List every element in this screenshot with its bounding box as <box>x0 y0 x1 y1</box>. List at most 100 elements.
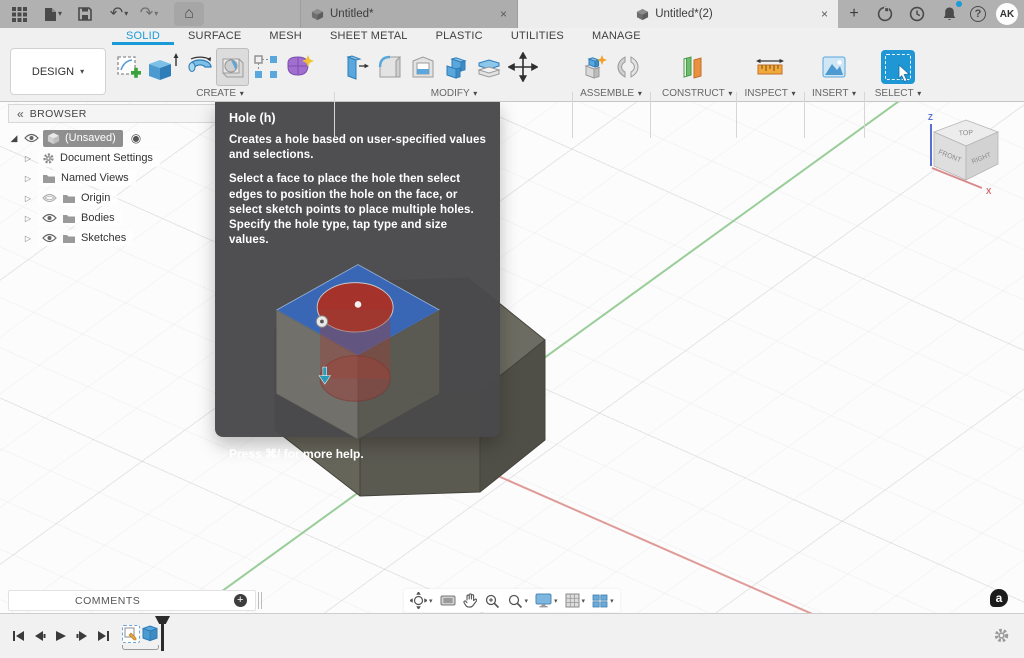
design-workspace-button[interactable]: DESIGN ▾ <box>10 48 106 95</box>
comments-bar[interactable]: COMMENTS + <box>8 590 256 611</box>
construct-plane-button[interactable] <box>676 48 709 86</box>
browser-root-row[interactable]: ◢ (Unsaved) ◉ <box>8 128 220 148</box>
extrude-button[interactable] <box>145 48 183 86</box>
expander-closed-icon[interactable]: ▷ <box>22 154 34 163</box>
tab-close-icon[interactable]: × <box>821 7 828 21</box>
browser-row-document-settings[interactable]: ▷ Document Settings <box>22 148 220 168</box>
expander-closed-icon[interactable]: ▷ <box>22 214 34 223</box>
viewport-3d[interactable]: TOP FRONT RIGHT Z X a « BROWSER ◢ <box>0 102 1024 613</box>
timeline-step-forward-button[interactable] <box>76 629 88 647</box>
inspect-group-label[interactable]: INSPECT ▾ <box>744 88 796 99</box>
fit-button[interactable]: ▾ <box>507 593 529 609</box>
fillet-button[interactable] <box>373 48 406 86</box>
timeline-skip-start-button[interactable] <box>12 629 25 647</box>
ribbon-tab-plastic[interactable]: PLASTIC <box>422 28 497 45</box>
rectangular-pattern-button[interactable] <box>249 48 282 86</box>
timeline-playhead[interactable] <box>161 621 164 651</box>
viewcube-x-axis-label: X <box>986 187 992 196</box>
create-form-button[interactable] <box>282 48 315 86</box>
file-new-icon[interactable]: ▾ <box>42 2 64 26</box>
timeline-play-button[interactable] <box>55 629 67 647</box>
tab-untitled-1[interactable]: Untitled* × <box>300 0 518 28</box>
split-body-button[interactable] <box>472 48 505 86</box>
orbit-button[interactable]: ▾ <box>410 592 433 609</box>
browser-header[interactable]: « BROWSER <box>8 104 220 123</box>
browser-row-sketches[interactable]: ▷ Sketches <box>22 228 220 248</box>
view-cube[interactable]: TOP FRONT RIGHT Z X <box>920 108 1012 204</box>
browser-row-bodies[interactable]: ▷ Bodies <box>22 208 220 228</box>
select-button[interactable] <box>881 50 915 84</box>
joint-button[interactable] <box>611 48 644 86</box>
revolve-button[interactable] <box>183 48 216 86</box>
root-component-pill[interactable]: (Unsaved) <box>43 130 123 147</box>
timeline-step-back-button[interactable] <box>34 629 46 647</box>
assemble-group-label[interactable]: ASSEMBLE ▾ <box>578 88 644 99</box>
grid-settings-button[interactable]: ▾ <box>565 593 586 608</box>
home-button[interactable]: ⌂ <box>174 2 204 26</box>
create-group-label[interactable]: CREATE ▾ <box>112 88 328 99</box>
move-button[interactable] <box>505 48 541 86</box>
visibility-eye-icon[interactable] <box>42 213 57 223</box>
hole-button[interactable] <box>216 48 249 86</box>
shell-button[interactable] <box>406 48 439 86</box>
caret-down-icon: ▾ <box>154 10 158 18</box>
extensions-icon[interactable] <box>874 2 896 26</box>
expander-open-icon[interactable]: ◢ <box>8 133 20 144</box>
ribbon-tab-surface[interactable]: SURFACE <box>174 28 255 45</box>
new-tab-button[interactable]: + <box>844 4 864 24</box>
tab-close-icon[interactable]: × <box>500 7 507 21</box>
save-icon[interactable] <box>74 2 96 26</box>
help-icon[interactable]: ? <box>970 6 986 22</box>
timeline-extrude-feature[interactable] <box>141 625 159 643</box>
measure-button[interactable] <box>754 48 787 86</box>
expander-closed-icon[interactable]: ▷ <box>22 174 34 183</box>
visibility-eye-off-icon[interactable] <box>42 193 57 203</box>
modify-group-label[interactable]: MODIFY ▾ <box>340 88 568 99</box>
visibility-eye-icon[interactable] <box>42 233 57 243</box>
tab-untitled-2[interactable]: Untitled*(2) × <box>518 0 838 28</box>
comments-drag-handle[interactable] <box>258 592 262 609</box>
visibility-eye-icon[interactable] <box>24 133 39 143</box>
folder-icon <box>62 233 76 244</box>
undo-icon[interactable]: ↶ ▾ <box>108 2 130 26</box>
press-pull-button[interactable] <box>340 48 373 86</box>
expander-closed-icon[interactable]: ▷ <box>22 194 34 203</box>
avatar[interactable]: AK <box>996 3 1018 25</box>
combine-button[interactable] <box>439 48 472 86</box>
construct-group-label[interactable]: CONSTRUCT ▾ <box>662 88 722 99</box>
insert-group-label[interactable]: INSERT ▾ <box>810 88 858 99</box>
add-comment-icon[interactable]: + <box>234 594 247 607</box>
viewports-button[interactable]: ▾ <box>592 594 614 608</box>
redo-icon[interactable]: ↷ ▾ <box>138 2 160 26</box>
toolbar-group-create: CREATE ▾ <box>112 47 328 99</box>
expander-closed-icon[interactable]: ▷ <box>22 234 34 243</box>
select-group-label[interactable]: SELECT ▾ <box>872 88 924 99</box>
notifications-bell-icon[interactable] <box>938 2 960 26</box>
timeline-settings-gear-icon[interactable] <box>993 627 1010 649</box>
browser-row-origin[interactable]: ▷ Origin <box>22 188 220 208</box>
create-sketch-button[interactable] <box>112 48 145 86</box>
ribbon-tab-sheetmetal[interactable]: SHEET METAL <box>316 28 422 45</box>
pan-button[interactable] <box>463 593 477 608</box>
ribbon-tab-manage[interactable]: MANAGE <box>578 28 655 45</box>
browser-item-label: Origin <box>81 192 110 204</box>
zoom-button[interactable] <box>484 593 500 609</box>
ribbon-tab-solid[interactable]: SOLID <box>112 28 174 45</box>
tooltip-illustration <box>229 257 486 443</box>
new-component-button[interactable] <box>578 48 611 86</box>
timeline-skip-end-button[interactable] <box>97 629 110 647</box>
timeline-sketch-feature[interactable] <box>122 625 140 643</box>
job-status-clock-icon[interactable] <box>906 2 928 26</box>
look-at-button[interactable] <box>440 594 456 607</box>
fusion360-app: ▾ ↶ ▾ ↷ ▾ ⌂ Untitled* × <box>0 0 1024 658</box>
display-settings-button[interactable]: ▾ <box>535 593 558 608</box>
caret-down-icon: ▾ <box>58 10 62 18</box>
activate-component-radio[interactable]: ◉ <box>131 132 141 144</box>
collapse-panel-icon[interactable]: « <box>17 107 22 121</box>
ribbon-tab-mesh[interactable]: MESH <box>255 28 316 45</box>
assistant-bubble[interactable]: a <box>990 589 1008 607</box>
ribbon-tab-utilities[interactable]: UTILITIES <box>497 28 578 45</box>
insert-image-button[interactable] <box>818 48 851 86</box>
app-grid-icon[interactable] <box>8 2 30 26</box>
browser-row-named-views[interactable]: ▷ Named Views <box>22 168 220 188</box>
